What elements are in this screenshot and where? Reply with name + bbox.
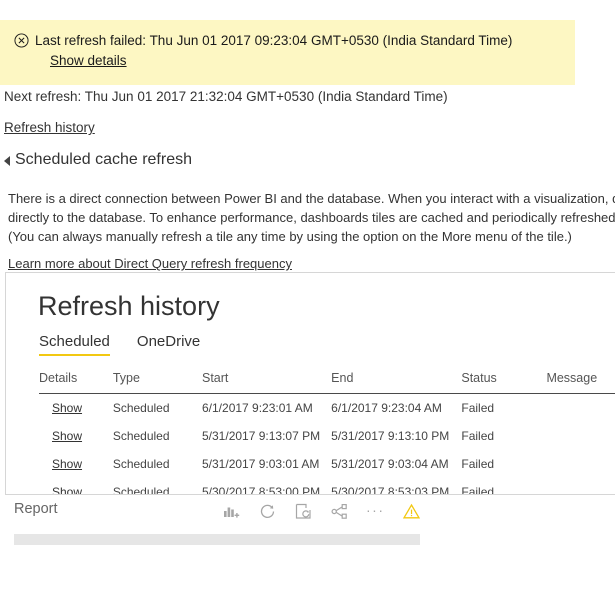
cell-message [546, 394, 615, 423]
triangle-collapse-icon [4, 156, 10, 166]
cell-message [546, 422, 615, 450]
refresh-history-table: Details Type Start End Status Message Sh… [39, 371, 615, 495]
refresh-history-link[interactable]: Refresh history [4, 120, 95, 135]
column-header-status: Status [461, 371, 547, 394]
cell-message [546, 450, 615, 478]
column-header-type: Type [112, 371, 202, 394]
column-header-details: Details [39, 371, 113, 394]
share-icon[interactable] [330, 502, 349, 521]
refresh-error-banner: Last refresh failed: Thu Jun 01 2017 09:… [0, 20, 575, 85]
column-header-message: Message [546, 371, 615, 394]
error-message-row: Last refresh failed: Thu Jun 01 2017 09:… [14, 32, 575, 49]
cell-type: Scheduled [112, 485, 170, 495]
cell-status: Failed [461, 401, 495, 415]
cell-start: 5/30/2017 8:53:00 PM [202, 485, 321, 495]
cell-end: 5/30/2017 8:53:03 PM [331, 485, 450, 495]
cell-type: Scheduled [112, 457, 170, 471]
show-details-link[interactable]: Show details [50, 53, 127, 68]
cell-end: 6/1/2017 9:23:04 AM [331, 401, 442, 415]
show-details-row-link[interactable]: Show [52, 457, 82, 471]
description-line: directly to the database. To enhance per… [8, 210, 615, 225]
show-details-row-link[interactable]: Show [52, 401, 82, 415]
tab-onedrive[interactable]: OneDrive [137, 333, 200, 356]
learn-more-link[interactable]: Learn more about Direct Query refresh fr… [8, 256, 292, 271]
cell-start: 6/1/2017 9:23:01 AM [202, 401, 313, 415]
cell-type: Scheduled [112, 401, 170, 415]
cell-status: Failed [461, 485, 495, 495]
table-row: Show Scheduled 5/31/2017 9:03:01 AM 5/31… [39, 450, 615, 478]
refresh-history-tabs: Scheduled OneDrive [39, 333, 200, 356]
show-details-row-link[interactable]: Show [52, 429, 82, 443]
section-title: Scheduled cache refresh [15, 151, 192, 168]
show-details-row-link[interactable]: Show [52, 485, 82, 494]
report-toolbar: Report ··· [0, 498, 615, 530]
toolbar-icon-group: ··· [222, 499, 421, 523]
refresh-tile-icon[interactable] [294, 502, 313, 521]
cell-type: Scheduled [112, 429, 170, 443]
more-ellipsis-icon[interactable]: ··· [366, 503, 385, 517]
description-line: (You can always manually refresh a tile … [8, 229, 572, 244]
refresh-history-panel: Refresh history Scheduled OneDrive Detai… [5, 272, 615, 495]
description-line: There is a direct connection between Pow… [8, 191, 615, 206]
table-row: Show Scheduled 5/30/2017 8:53:00 PM 5/30… [39, 478, 615, 495]
cell-start: 5/31/2017 9:13:07 PM [202, 429, 321, 443]
tab-scheduled[interactable]: Scheduled [39, 333, 110, 356]
scheduled-cache-refresh-section-header[interactable]: Scheduled cache refresh [4, 151, 192, 169]
error-circle-x-icon [14, 33, 29, 48]
report-label: Report [14, 501, 58, 517]
column-header-start: Start [202, 371, 332, 394]
cell-start: 5/31/2017 9:03:01 AM [202, 457, 320, 471]
table-header-row: Details Type Start End Status Message [39, 371, 615, 394]
table-row: Show Scheduled 5/31/2017 9:13:07 PM 5/31… [39, 422, 615, 450]
cell-status: Failed [461, 457, 495, 471]
direct-query-description: There is a direct connection between Pow… [8, 189, 615, 273]
refresh-icon[interactable] [258, 502, 277, 521]
table-row: Show Scheduled 6/1/2017 9:23:01 AM 6/1/2… [39, 394, 615, 423]
cell-status: Failed [461, 429, 495, 443]
warning-triangle-icon[interactable] [402, 502, 421, 521]
horizontal-scrollbar-track[interactable] [0, 534, 615, 546]
column-header-end: End [331, 371, 462, 394]
cell-message [546, 478, 615, 494]
refresh-history-title: Refresh history [38, 291, 220, 321]
cell-end: 5/31/2017 9:03:04 AM [331, 457, 449, 471]
pin-visual-icon[interactable] [222, 502, 241, 521]
cell-end: 5/31/2017 9:13:10 PM [331, 429, 450, 443]
horizontal-scrollbar-thumb[interactable] [14, 534, 420, 545]
error-message-text: Last refresh failed: Thu Jun 01 2017 09:… [35, 33, 513, 48]
next-refresh-text: Next refresh: Thu Jun 01 2017 21:32:04 G… [4, 89, 448, 104]
